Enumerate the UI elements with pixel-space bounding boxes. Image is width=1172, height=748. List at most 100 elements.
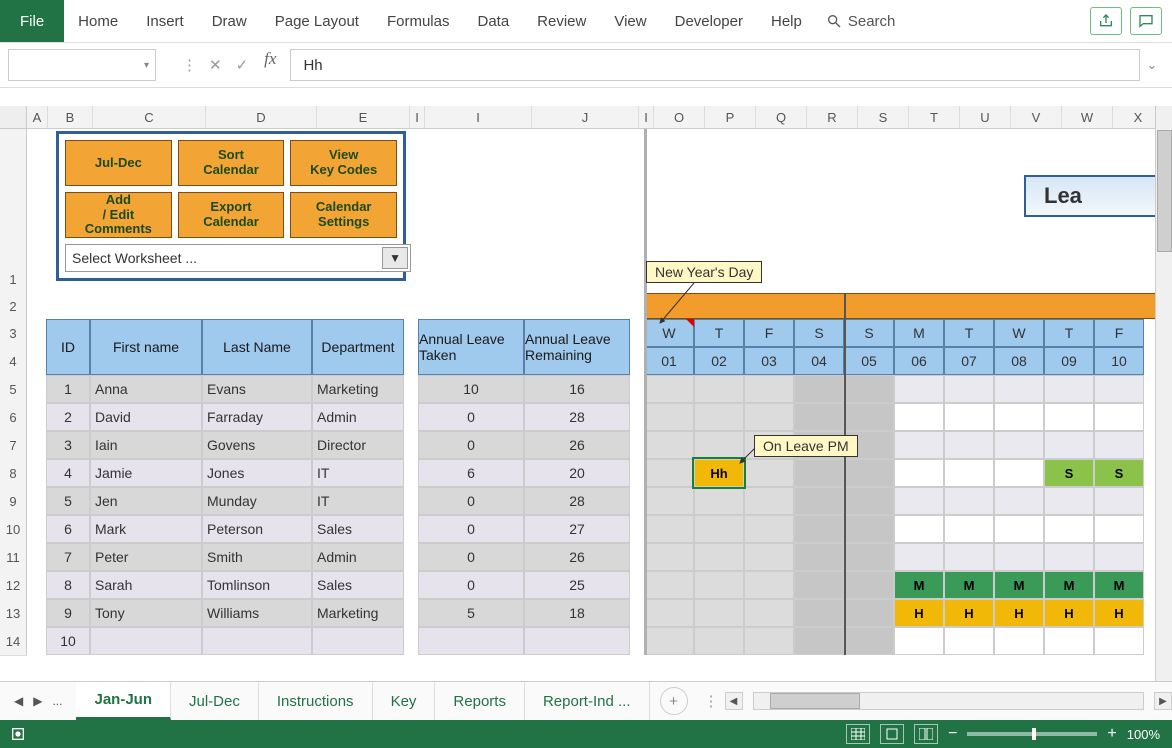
calendar-cell[interactable] [694,403,744,431]
cell-taken[interactable]: 5 [418,599,524,627]
cell-h[interactable]: H [994,599,1044,627]
calendar-cell[interactable] [644,543,694,571]
calendar-cell[interactable] [894,487,944,515]
calendar-cell[interactable] [944,543,994,571]
cell-last[interactable]: Farraday [202,403,312,431]
freeze-pane-divider[interactable] [644,129,647,655]
ribbon-tab-pagelayout[interactable]: Page Layout [261,0,373,42]
cell-m[interactable]: M [994,571,1044,599]
comments-button[interactable] [1130,7,1162,35]
hscroll-right[interactable]: ▶ [1154,692,1172,710]
calendar-cell[interactable] [1044,543,1094,571]
cell-h[interactable]: H [1094,599,1144,627]
panel-btn-1[interactable]: SortCalendar [178,140,285,186]
zoom-level[interactable]: 100% [1127,727,1160,742]
cell-dept[interactable]: Sales [312,571,404,599]
hscroll-left[interactable]: ◀ [725,692,743,710]
cell-h[interactable]: H [894,599,944,627]
sheet-nav-next[interactable]: ▶ [33,694,42,708]
calendar-cell[interactable] [794,627,844,655]
cell-taken[interactable]: 0 [418,403,524,431]
calendar-cell[interactable] [844,487,894,515]
cell-hh[interactable]: Hh [694,459,744,487]
calendar-cell[interactable] [944,375,994,403]
cell-first[interactable]: Jamie [90,459,202,487]
horizontal-scrollbar[interactable] [753,692,1145,710]
record-macro-icon[interactable] [10,726,26,742]
row-header[interactable]: 2 [0,293,27,320]
calendar-cell[interactable] [794,543,844,571]
add-sheet-button[interactable]: + [660,687,688,715]
calendar-cell[interactable] [994,431,1044,459]
cell-last[interactable]: Smith [202,543,312,571]
calendar-cell[interactable] [1044,375,1094,403]
row-header[interactable]: 12 [0,571,27,600]
cell-id[interactable]: 8 [46,571,90,599]
calendar-cell[interactable] [1094,431,1144,459]
row-header[interactable]: 1 [0,265,27,294]
calendar-cell[interactable] [1044,403,1094,431]
calendar-cell[interactable] [644,599,694,627]
cell-remain[interactable]: 28 [524,403,630,431]
row-header[interactable]: 6 [0,403,27,432]
cell-remain[interactable]: 20 [524,459,630,487]
zoom-in[interactable]: + [1107,725,1116,743]
row-header[interactable]: 5 [0,375,27,404]
col-header[interactable]: A [27,106,48,128]
calendar-cell[interactable] [994,375,1044,403]
calendar-cell[interactable] [644,403,694,431]
cell-first[interactable]: Peter [90,543,202,571]
calendar-cell[interactable] [894,543,944,571]
cell-id[interactable]: 1 [46,375,90,403]
cell-m[interactable]: M [1044,571,1094,599]
cell-last[interactable]: Munday [202,487,312,515]
row-header[interactable]: 8 [0,459,27,488]
calendar-cell[interactable] [1044,627,1094,655]
calendar-cell[interactable] [944,459,994,487]
row-header[interactable]: 11 [0,543,27,572]
col-header[interactable]: B [48,106,93,128]
calendar-cell[interactable] [1044,515,1094,543]
col-header[interactable]: P [705,106,756,128]
sheet-tab[interactable]: Key [373,682,436,720]
cell-taken[interactable]: 0 [418,515,524,543]
row-header[interactable]: 13 [0,599,27,628]
calendar-cell[interactable] [644,459,694,487]
cell-dept[interactable]: Admin [312,543,404,571]
calendar-cell[interactable] [1094,515,1144,543]
cell-id[interactable]: 7 [46,543,90,571]
accept-formula-icon[interactable]: ✓ [236,56,249,74]
calendar-cell[interactable] [844,627,894,655]
col-header[interactable]: D [206,106,317,128]
cell-id[interactable]: 9 [46,599,90,627]
cell-first[interactable]: Iain [90,431,202,459]
cell-dept[interactable]: Sales [312,515,404,543]
cell-remain[interactable]: 26 [524,431,630,459]
search-box[interactable]: Search [816,0,906,42]
sheet-tab[interactable]: Instructions [259,682,373,720]
calendar-cell[interactable] [694,375,744,403]
calendar-cell[interactable] [894,627,944,655]
calendar-cell[interactable] [694,543,744,571]
name-box[interactable] [8,49,156,81]
cell-first[interactable]: Sarah [90,571,202,599]
cell-last[interactable]: Williams [202,599,312,627]
cell-last[interactable]: Evans [202,375,312,403]
calendar-cell[interactable] [1094,375,1144,403]
calendar-cell[interactable] [644,487,694,515]
sheet-nav-ellipsis[interactable]: ... [52,694,62,708]
select-all-corner[interactable] [0,106,27,128]
calendar-cell[interactable] [994,403,1044,431]
cell-first[interactable] [90,627,202,655]
cell-dept[interactable]: Marketing [312,375,404,403]
cell-dept[interactable]: IT [312,487,404,515]
panel-btn2-2[interactable]: CalendarSettings [290,192,397,238]
ribbon-tab-insert[interactable]: Insert [132,0,198,42]
calendar-cell[interactable] [794,515,844,543]
ribbon-tab-help[interactable]: Help [757,0,816,42]
calendar-cell[interactable] [944,515,994,543]
zoom-out[interactable]: − [948,725,957,743]
calendar-cell[interactable] [794,487,844,515]
cell-taken[interactable]: 0 [418,431,524,459]
formula-expand[interactable]: ⌄ [1140,49,1164,81]
